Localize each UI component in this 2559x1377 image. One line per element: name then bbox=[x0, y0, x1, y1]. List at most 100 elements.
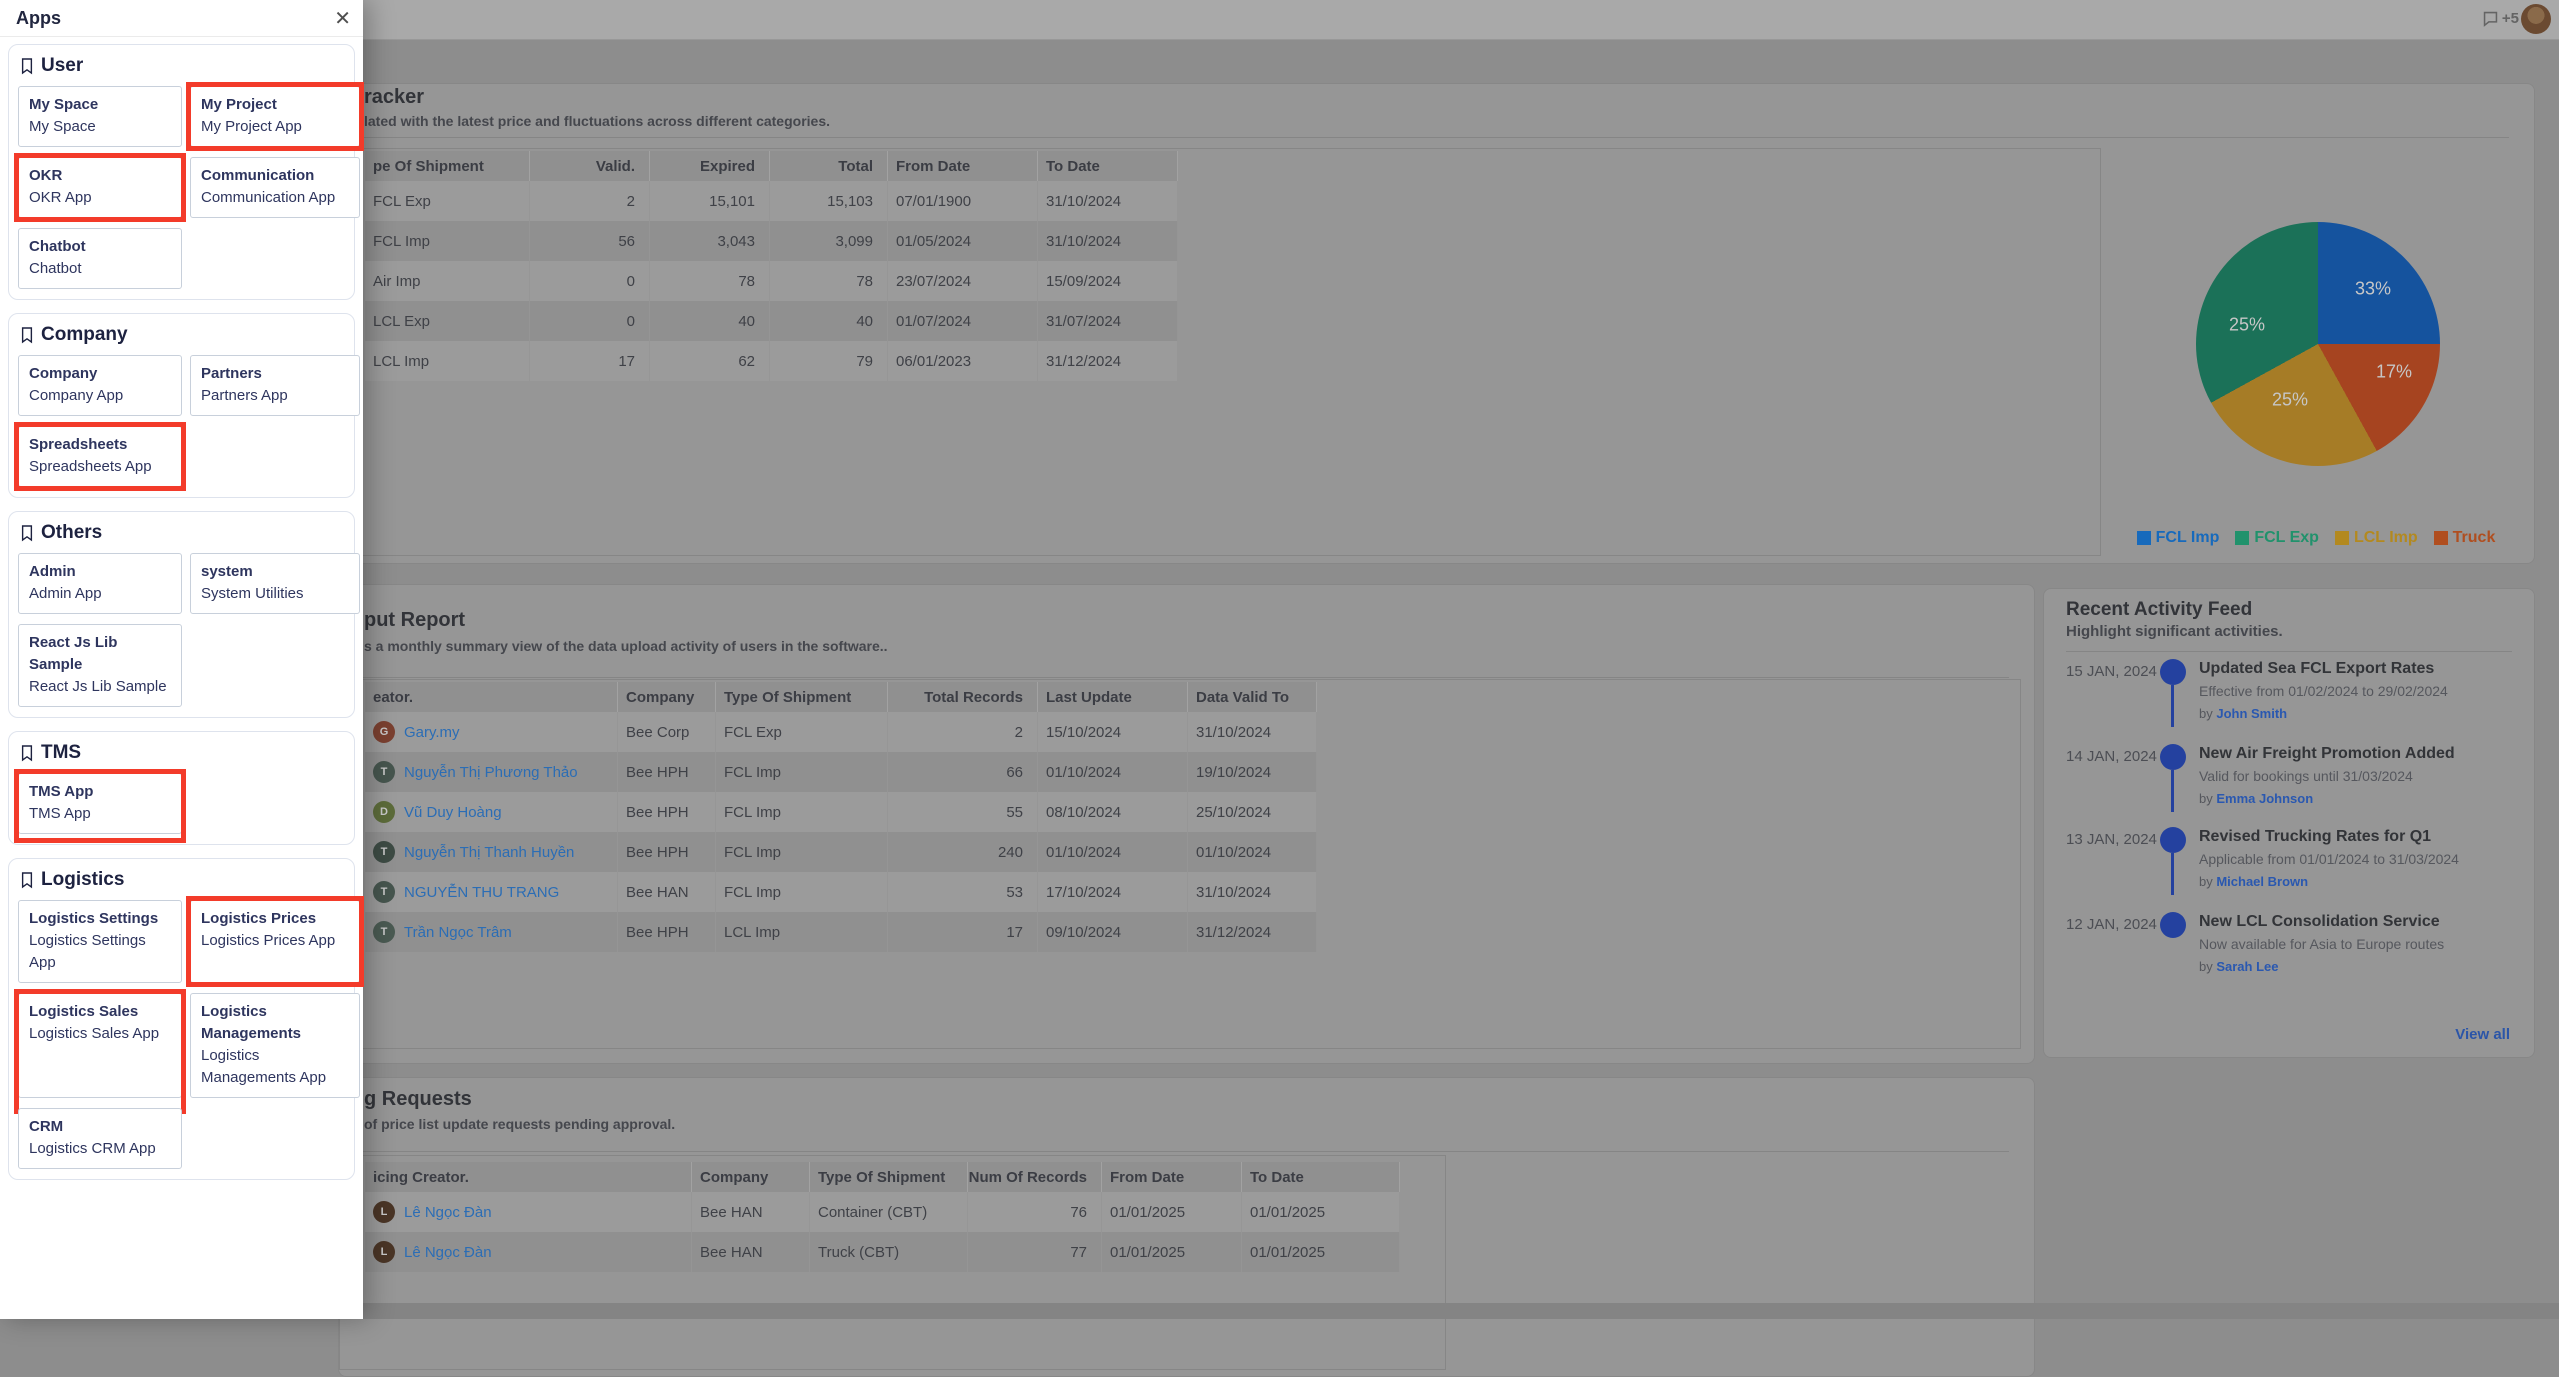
report-table-row[interactable]: DVũ Duy HoàngBee HPHFCL Imp5508/10/20242… bbox=[365, 792, 1317, 832]
activity-item-title: New LCL Consolidation Service bbox=[2199, 912, 2519, 932]
creator-link[interactable]: Lê Ngọc Đàn bbox=[404, 1204, 492, 1221]
app-card-title: Spreadsheets bbox=[29, 434, 171, 456]
table-cell: 78 bbox=[770, 261, 888, 301]
activity-author-link[interactable]: Michael Brown bbox=[2216, 874, 2308, 889]
view-all-link[interactable]: View all bbox=[2455, 1026, 2510, 1043]
creator-link[interactable]: Gary.my bbox=[404, 724, 460, 741]
app-card-subtitle: Logistics CRM App bbox=[29, 1138, 171, 1160]
section-header: Others bbox=[18, 520, 345, 553]
table-cell: 01/01/2025 bbox=[1102, 1232, 1242, 1272]
tracker-table-row[interactable]: FCL Imp563,0433,09901/05/202431/10/2024 bbox=[365, 221, 1178, 261]
tracker-title: racker bbox=[364, 84, 424, 110]
chat-badge[interactable]: +5 bbox=[2482, 10, 2519, 27]
legend-item[interactable]: Truck bbox=[2434, 529, 2496, 547]
table-cell: Bee HAN bbox=[692, 1192, 810, 1232]
legend-item[interactable]: FCL Imp bbox=[2137, 529, 2220, 547]
table-cell: 17 bbox=[888, 912, 1038, 952]
app-card-communication[interactable]: CommunicationCommunication App bbox=[190, 157, 360, 218]
creator-cell: LLê Ngọc Đàn bbox=[365, 1232, 692, 1272]
creator-link[interactable]: Nguyễn Thị Phương Thảo bbox=[404, 764, 578, 781]
table-cell: 01/07/2024 bbox=[888, 301, 1038, 341]
creator-link[interactable]: Lê Ngọc Đàn bbox=[404, 1244, 492, 1261]
app-card-subtitle: Logistics Sales App bbox=[29, 1023, 171, 1045]
app-card-company[interactable]: CompanyCompany App bbox=[18, 355, 182, 416]
creator-avatar: T bbox=[373, 761, 395, 783]
table-cell: FCL Exp bbox=[716, 712, 888, 752]
legend-swatch bbox=[2137, 531, 2151, 545]
tracker-table-row[interactable]: LCL Imp17627906/01/202331/12/2024 bbox=[365, 341, 1178, 381]
tracker-table-row[interactable]: Air Imp0787823/07/202415/09/2024 bbox=[365, 261, 1178, 301]
table-cell: 77 bbox=[968, 1232, 1102, 1272]
column-header: pe Of Shipment bbox=[365, 151, 530, 181]
table-cell: 53 bbox=[888, 872, 1038, 912]
activity-author-link[interactable]: Sarah Lee bbox=[2216, 959, 2278, 974]
app-card-tms-app[interactable]: TMS AppTMS App bbox=[18, 773, 182, 834]
report-table-row[interactable]: TNguyễn Thị Thanh HuyềnBee HPHFCL Imp240… bbox=[365, 832, 1317, 872]
app-card-logistics-settings[interactable]: Logistics SettingsLogistics Settings App bbox=[18, 900, 182, 983]
table-cell: LCL Imp bbox=[716, 912, 888, 952]
app-card-partners[interactable]: PartnersPartners App bbox=[190, 355, 360, 416]
table-cell: LCL Exp bbox=[365, 301, 530, 341]
requests-table-row[interactable]: LLê Ngọc ĐànBee HANTruck (CBT)7701/01/20… bbox=[365, 1232, 1400, 1272]
user-avatar[interactable] bbox=[2521, 4, 2551, 34]
app-card-spreadsheets[interactable]: SpreadsheetsSpreadsheets App bbox=[18, 426, 182, 487]
report-table-row[interactable]: TTrần Ngọc TrâmBee HPHLCL Imp1709/10/202… bbox=[365, 912, 1317, 952]
tracker-table-row[interactable]: FCL Exp215,10115,10307/01/190031/10/2024 bbox=[365, 181, 1178, 221]
requests-table-row[interactable]: LLê Ngọc ĐànBee HANContainer (CBT)7601/0… bbox=[365, 1192, 1400, 1232]
creator-link[interactable]: Trần Ngọc Trâm bbox=[404, 924, 512, 941]
tracker-table-row[interactable]: LCL Exp0404001/07/202431/07/2024 bbox=[365, 301, 1178, 341]
activity-date: 12 JAN, 2024 bbox=[2066, 916, 2157, 933]
app-card-react-js-lib-sample[interactable]: React Js Lib SampleReact Js Lib Sample bbox=[18, 624, 182, 707]
apps-section-company: CompanyCompanyCompany AppPartnersPartner… bbox=[8, 313, 355, 498]
column-header: Company bbox=[692, 1162, 810, 1192]
app-card-logistics-sales[interactable]: Logistics SalesLogistics Sales App bbox=[18, 993, 182, 1098]
bookmark-icon bbox=[20, 871, 34, 889]
pie-slice-label: 25% bbox=[2229, 315, 2265, 336]
app-card-chatbot[interactable]: ChatbotChatbot bbox=[18, 228, 182, 289]
app-card-subtitle: Spreadsheets App bbox=[29, 456, 171, 478]
app-card-logistics-prices[interactable]: Logistics PricesLogistics Prices App bbox=[190, 900, 360, 983]
activity-author-link[interactable]: John Smith bbox=[2216, 706, 2287, 721]
legend-swatch bbox=[2434, 531, 2448, 545]
app-card-crm[interactable]: CRMLogistics CRM App bbox=[18, 1108, 182, 1169]
table-cell: 06/01/2023 bbox=[888, 341, 1038, 381]
bookmark-icon bbox=[20, 744, 34, 762]
report-table-row[interactable]: GGary.myBee CorpFCL Exp215/10/202431/10/… bbox=[365, 712, 1317, 752]
app-card-okr[interactable]: OKROKR App bbox=[18, 157, 182, 218]
app-card-my-space[interactable]: My SpaceMy Space bbox=[18, 86, 182, 147]
activity-item-desc: Applicable from 01/01/2024 to 31/03/2024 bbox=[2199, 850, 2519, 868]
table-cell: Bee HAN bbox=[692, 1232, 810, 1272]
app-card-logistics-managements[interactable]: Logistics ManagementsLogistics Managemen… bbox=[190, 993, 360, 1098]
legend-item[interactable]: FCL Exp bbox=[2235, 529, 2319, 547]
activity-author-link[interactable]: Emma Johnson bbox=[2216, 791, 2313, 806]
app-card-title: Logistics Prices bbox=[201, 908, 349, 930]
timeline-dot-icon bbox=[2160, 744, 2186, 770]
creator-link[interactable]: Vũ Duy Hoàng bbox=[404, 804, 502, 821]
report-table-container: eator.CompanyType Of ShipmentTotal Recor… bbox=[339, 679, 2021, 1049]
app-card-system[interactable]: systemSystem Utilities bbox=[190, 553, 360, 614]
timeline-dot-icon bbox=[2160, 659, 2186, 685]
shipment-pie-chart[interactable]: 33%17%25%25% bbox=[2196, 222, 2440, 466]
creator-cell: DVũ Duy Hoàng bbox=[365, 792, 618, 832]
legend-item[interactable]: LCL Imp bbox=[2335, 529, 2418, 547]
activity-body: Revised Trucking Rates for Q1Applicable … bbox=[2199, 827, 2519, 889]
table-cell: Container (CBT) bbox=[810, 1192, 968, 1232]
report-table-row[interactable]: TNGUYỄN THU TRANGBee HANFCL Imp5317/10/2… bbox=[365, 872, 1317, 912]
section-title: TMS bbox=[41, 742, 81, 764]
column-header: Expired bbox=[650, 151, 770, 181]
app-card-admin[interactable]: AdminAdmin App bbox=[18, 553, 182, 614]
table-cell: FCL Exp bbox=[365, 181, 530, 221]
table-cell: 66 bbox=[888, 752, 1038, 792]
app-card-my-project[interactable]: My ProjectMy Project App bbox=[190, 86, 360, 147]
table-cell: 17 bbox=[530, 341, 650, 381]
table-cell: 40 bbox=[650, 301, 770, 341]
close-icon[interactable]: ✕ bbox=[334, 6, 351, 31]
table-cell: 08/10/2024 bbox=[1038, 792, 1188, 832]
creator-link[interactable]: NGUYỄN THU TRANG bbox=[404, 884, 559, 901]
table-cell: 31/12/2024 bbox=[1188, 912, 1317, 952]
creator-avatar: L bbox=[373, 1201, 395, 1223]
report-table-row[interactable]: TNguyễn Thị Phương ThảoBee HPHFCL Imp660… bbox=[365, 752, 1317, 792]
creator-link[interactable]: Nguyễn Thị Thanh Huyền bbox=[404, 844, 574, 861]
section-grid: TMS AppTMS App bbox=[18, 773, 345, 834]
requests-header-row: icing Creator.CompanyType Of ShipmentNum… bbox=[365, 1162, 1400, 1192]
